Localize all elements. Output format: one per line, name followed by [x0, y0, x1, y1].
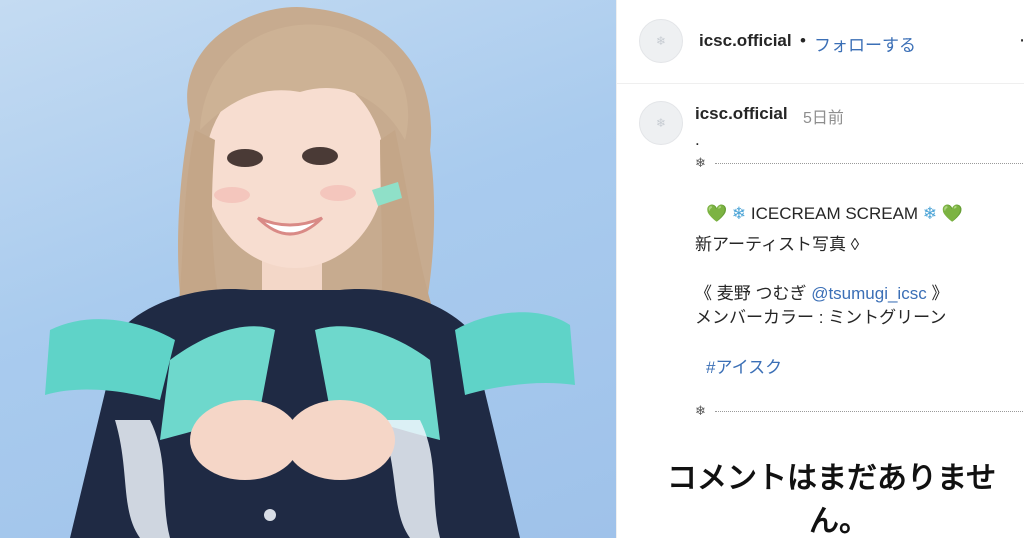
header-username[interactable]: icsc.official [699, 31, 792, 51]
snowflake-icon: ❄ [695, 403, 706, 418]
caption-title: ICECREAM SCREAM [750, 204, 919, 223]
snowflake-icon: ❄ [695, 155, 706, 170]
post-photo[interactable] [0, 0, 616, 538]
caption-avatar[interactable]: ❄ [639, 101, 683, 145]
snowflake-icon: ❄ [655, 34, 667, 48]
caption-username[interactable]: icsc.official [695, 104, 788, 124]
more-options-icon[interactable]: ⋯ [1019, 30, 1024, 51]
caption-divider: ❄ [695, 155, 1024, 170]
caption-title-line: 💚 ❄ ICECREAM SCREAM ❄ 💚 [706, 204, 963, 224]
caption-subtitle-line: 新アーティスト写真 ◊ [695, 230, 859, 255]
snowflake-icon: ❄ [655, 116, 667, 130]
caption-subtitle: 新アーティスト写真 [695, 235, 846, 254]
caption-divider-bottom: ❄ [695, 403, 1024, 418]
follow-button[interactable]: フォローする [814, 31, 916, 56]
member-color-text: メンバーカラー : ミントグリーン [695, 308, 947, 327]
caption-dot-line: . [695, 130, 700, 149]
no-comments-text-continued: ん。 [809, 505, 869, 538]
snowflake-icon: ❄ [731, 204, 747, 223]
post-panel: ❄ icsc.official • フォローする ⋯ ❄ icsc.offici… [616, 0, 1024, 538]
post-time[interactable]: 5日前 [803, 104, 844, 128]
diamond-icon: ◊ [850, 235, 860, 254]
caption-member-line: 《 麦野 つむぎ @tsumugi_icsc 》 [695, 279, 948, 304]
avatar[interactable]: ❄ [639, 19, 683, 63]
member-name: 《 麦野 つむぎ [695, 284, 807, 303]
artist-photo-illustration [45, 6, 575, 538]
green-heart-icon: 💚 [941, 204, 963, 223]
snowflake-icon: ❄ [922, 204, 938, 223]
member-close: 》 [931, 284, 949, 303]
separator-dot: • [800, 31, 806, 50]
post-header: ❄ icsc.official • フォローする ⋯ [617, 0, 1024, 84]
hashtag-link[interactable]: #アイスク [706, 353, 782, 378]
green-heart-icon: 💚 [706, 204, 728, 223]
member-mention-link[interactable]: @tsumugi_icsc [811, 284, 927, 303]
no-comments-text: コメントはまだありませ [667, 462, 997, 495]
